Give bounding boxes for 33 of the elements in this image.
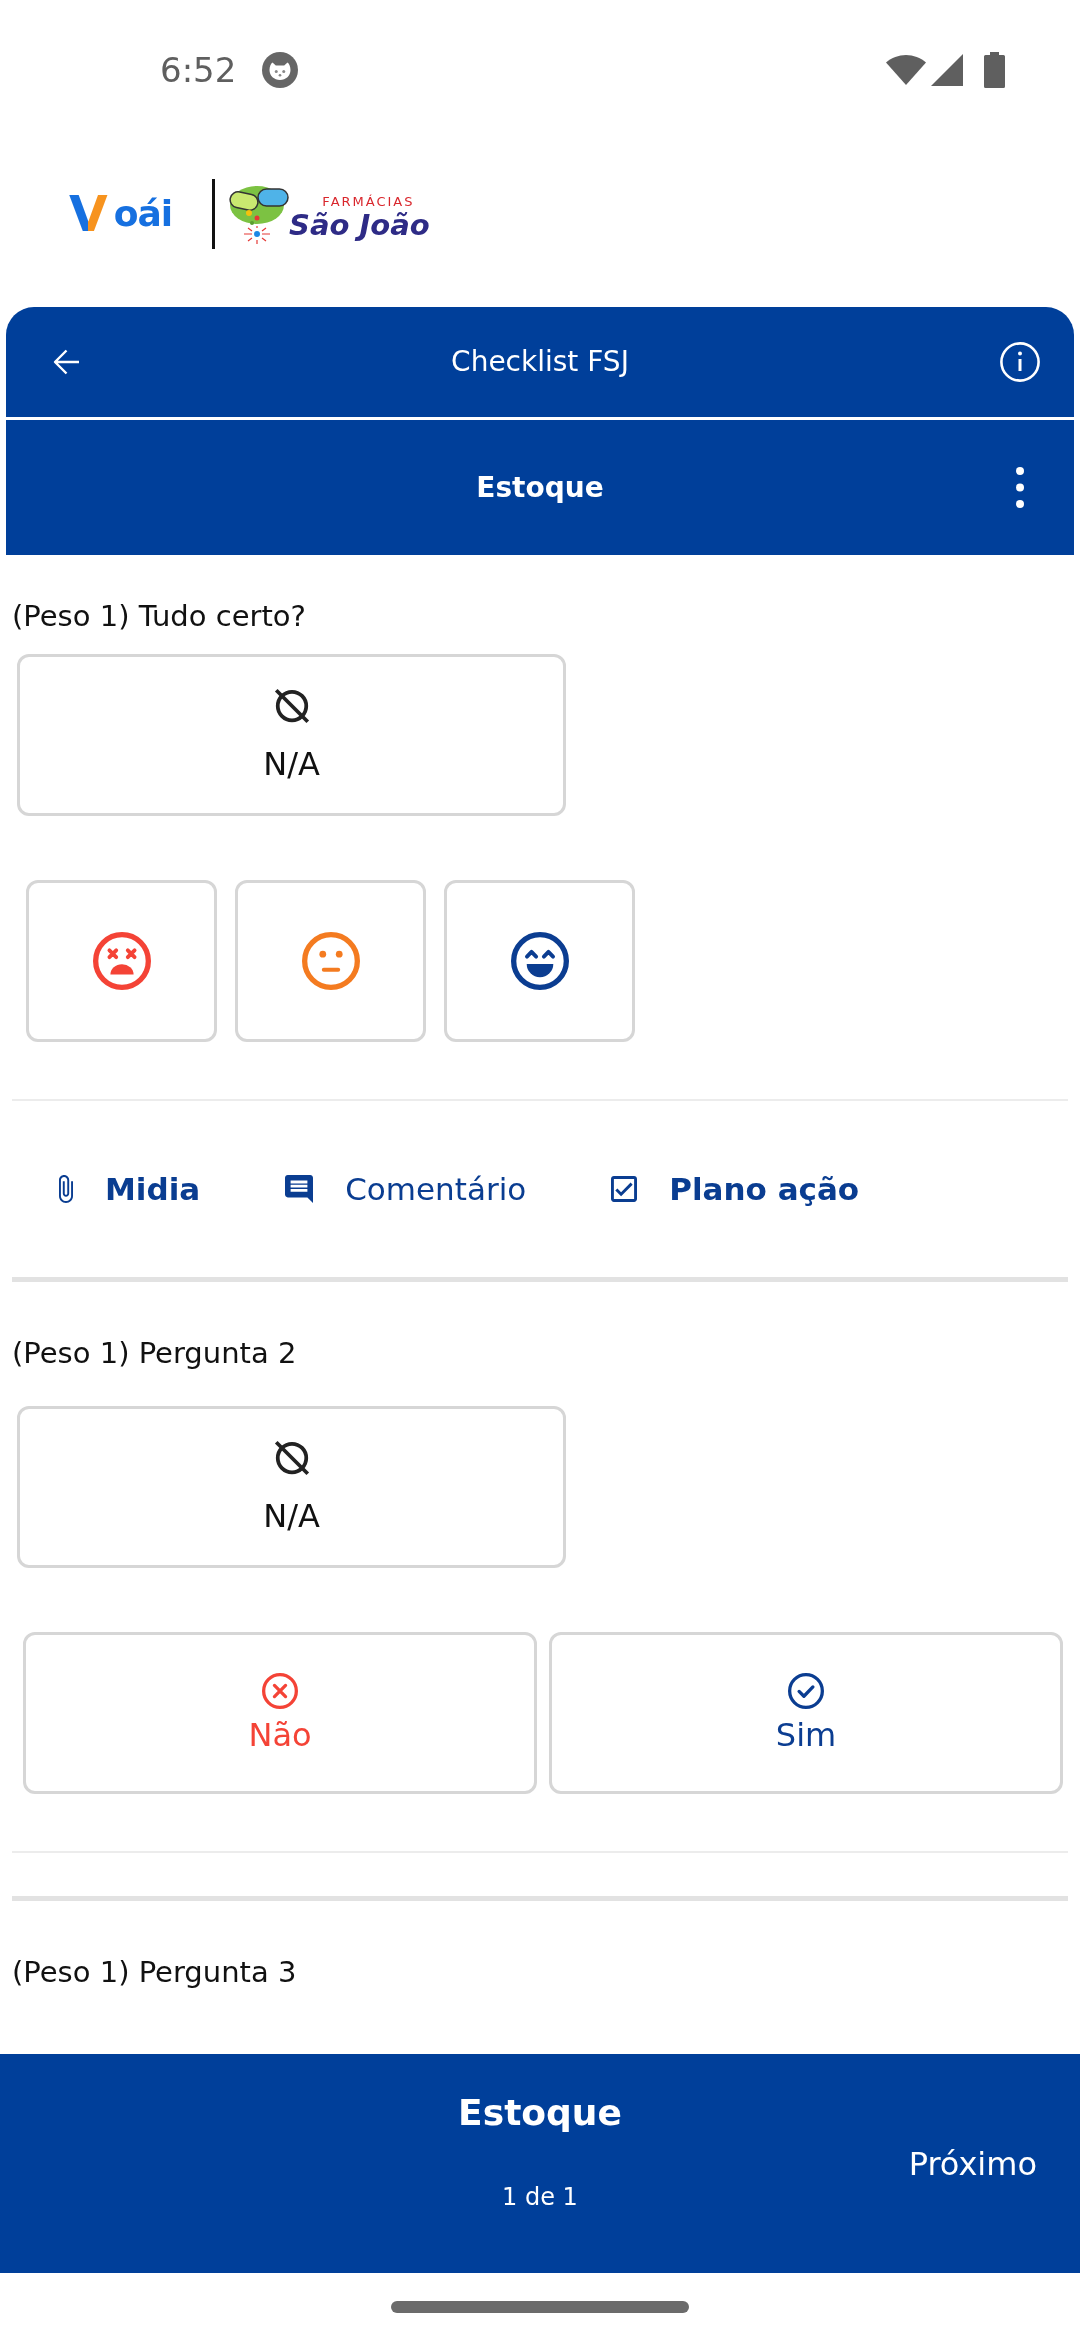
section-title: Estoque: [476, 469, 604, 506]
question-label: (Peso 1) Pergunta 2: [12, 1335, 298, 1372]
info-icon[interactable]: [1000, 342, 1040, 382]
rating-option-button[interactable]: [444, 880, 635, 1042]
kebab-menu-icon[interactable]: [1016, 467, 1024, 508]
screen-title: Checklist FSJ: [451, 344, 629, 380]
logo-divider: [212, 178, 216, 249]
answer-option-button[interactable]: Não: [23, 1632, 537, 1794]
page-counter: 1 de 1: [502, 2182, 578, 2213]
action-plan-button[interactable]: Plano ação: [611, 1169, 860, 1209]
comment-button[interactable]: Comentário: [285, 1169, 527, 1209]
back-arrow-icon[interactable]: [53, 349, 80, 375]
question-label: (Peso 1) Tudo certo?: [12, 598, 307, 635]
comment-icon: [285, 1175, 314, 1203]
slashed-circle-icon: [273, 1440, 310, 1476]
not-applicable-button[interactable]: N/A: [17, 654, 566, 816]
notification-icon: [262, 52, 299, 88]
logo-text: oái: [113, 191, 173, 236]
section-title: Estoque: [458, 2091, 622, 2135]
battery-icon: [984, 52, 1005, 88]
status-time: 6:52: [160, 50, 237, 90]
not-applicable-button[interactable]: N/A: [17, 1406, 566, 1568]
checkbox-icon: [611, 1176, 638, 1202]
answer-option-button[interactable]: Sim: [549, 1632, 1063, 1794]
question-label: (Peso 1) Pergunta 3: [12, 1954, 298, 1991]
cellular-signal-icon: [931, 54, 963, 86]
slashed-circle-icon: [273, 688, 310, 724]
logo-text: São João: [289, 209, 430, 241]
next-button[interactable]: Próximo: [908, 2143, 1037, 2184]
wifi-icon: [886, 55, 926, 85]
logo-tagline: FARMÁCIAS: [322, 194, 415, 209]
paperclip-icon: [59, 1175, 73, 1203]
attachment-button[interactable]: Midia: [59, 1169, 201, 1209]
